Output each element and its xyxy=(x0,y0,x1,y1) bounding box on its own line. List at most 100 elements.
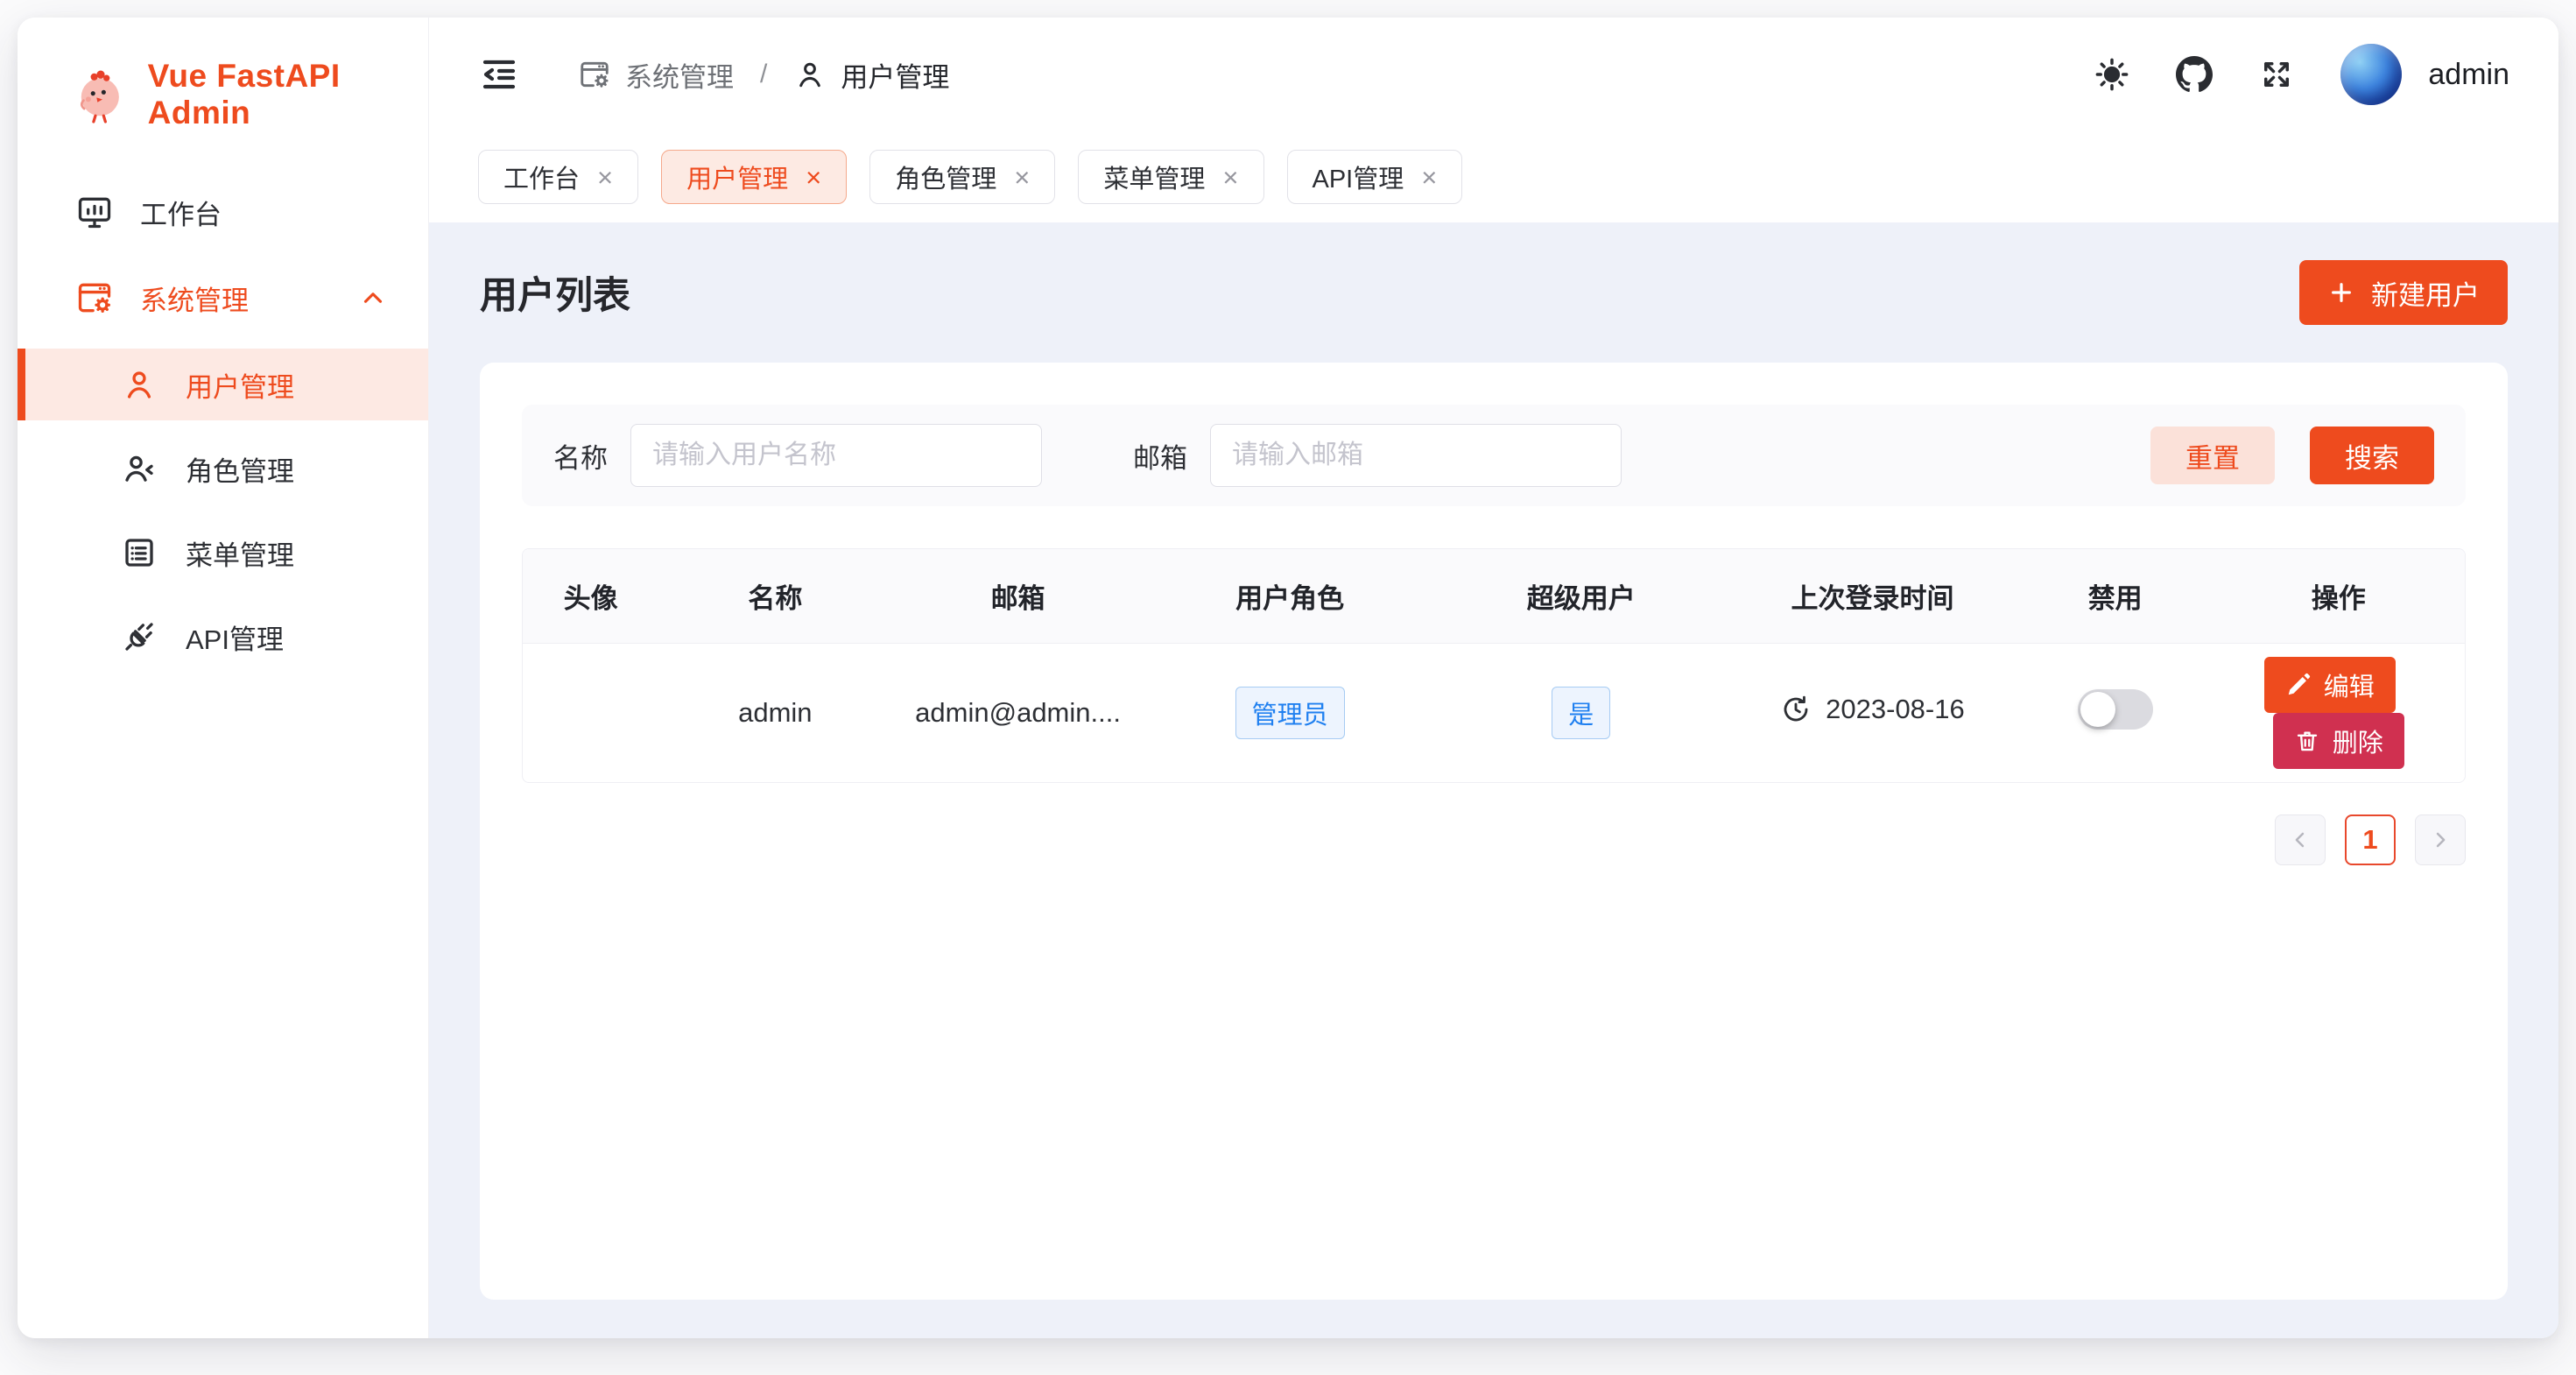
cell-role: 管理员 xyxy=(1144,644,1436,782)
window-gear-icon xyxy=(75,279,114,317)
breadcrumb: 系统管理 / 用户管理 xyxy=(578,55,949,95)
pencil-icon xyxy=(2285,672,2312,698)
theme-toggle-button[interactable] xyxy=(2094,56,2130,93)
sidebar: Vue FastAPI Admin 工作台 系统管理 xyxy=(18,18,429,1338)
sidebar-item-menu-management[interactable]: 菜单管理 xyxy=(18,517,428,589)
tab-user-management[interactable]: 用户管理 × xyxy=(661,150,847,204)
tab-api-management[interactable]: API管理 × xyxy=(1287,150,1463,204)
sidebar-collapse-button[interactable] xyxy=(478,53,520,95)
sidebar-item-role-management[interactable]: 角色管理 xyxy=(18,433,428,504)
topbar-actions: admin xyxy=(2094,44,2509,105)
content: 用户列表 新建用户 名称 邮箱 xyxy=(429,222,2558,1338)
tab-label: API管理 xyxy=(1313,159,1404,195)
name-filter-input[interactable] xyxy=(630,424,1042,487)
email-filter-input[interactable] xyxy=(1210,424,1622,487)
sidebar-item-label: 用户管理 xyxy=(186,365,294,405)
github-icon xyxy=(2176,56,2213,93)
breadcrumb-item-users[interactable]: 用户管理 xyxy=(793,55,949,95)
user-role-icon xyxy=(121,450,158,487)
pagination: 1 xyxy=(522,814,2466,865)
cell-last-login: 2023-08-16 xyxy=(1727,644,2018,782)
sidebar-item-user-management[interactable]: 用户管理 xyxy=(18,349,428,420)
sun-icon xyxy=(2094,56,2130,93)
cell-disabled xyxy=(2018,644,2213,782)
tab-label: 用户管理 xyxy=(686,159,788,195)
trash-icon xyxy=(2294,728,2320,754)
tab-label: 角色管理 xyxy=(895,159,996,195)
chevron-right-icon xyxy=(2428,828,2453,852)
sidebar-item-system[interactable]: 系统管理 xyxy=(18,263,428,333)
cell-avatar xyxy=(523,644,658,782)
app-window: Vue FastAPI Admin 工作台 系统管理 xyxy=(18,18,2558,1338)
col-name: 名称 xyxy=(658,549,891,644)
col-disabled: 禁用 xyxy=(2018,549,2213,644)
menu-list-icon xyxy=(121,534,158,571)
sidebar-item-label: 菜单管理 xyxy=(186,533,294,573)
tab-label: 工作台 xyxy=(503,159,580,195)
plus-icon xyxy=(2327,279,2355,307)
close-icon[interactable]: × xyxy=(1014,164,1030,191)
avatar[interactable] xyxy=(2340,44,2402,105)
role-badge[interactable]: 管理员 xyxy=(1235,687,1345,739)
delete-button[interactable]: 删除 xyxy=(2273,713,2404,769)
breadcrumb-item-system[interactable]: 系统管理 xyxy=(578,55,734,95)
user-icon xyxy=(793,58,827,91)
app-title: Vue FastAPI Admin xyxy=(148,58,428,131)
last-login-value: 2023-08-16 xyxy=(1826,694,1965,725)
username[interactable]: admin xyxy=(2428,58,2509,92)
sidebar-item-label: 角色管理 xyxy=(186,449,294,489)
sidebar-item-workbench[interactable]: 工作台 xyxy=(18,177,428,247)
tab-workbench[interactable]: 工作台 × xyxy=(478,150,638,204)
page-title: 用户列表 xyxy=(480,265,630,320)
table-row: admin admin@admin.... 管理员 是 xyxy=(523,644,2465,782)
col-superuser: 超级用户 xyxy=(1435,549,1727,644)
edit-button[interactable]: 编辑 xyxy=(2264,657,2396,713)
close-icon[interactable]: × xyxy=(1421,164,1437,191)
sidebar-item-label: 系统管理 xyxy=(140,279,249,318)
monitor-icon xyxy=(75,193,114,231)
tab-bar: 工作台 × 用户管理 × 角色管理 × 菜单管理 × API管理 × xyxy=(429,131,2558,222)
col-actions: 操作 xyxy=(2213,549,2465,644)
superuser-badge[interactable]: 是 xyxy=(1552,687,1610,739)
tab-label: 菜单管理 xyxy=(1103,159,1205,195)
next-page-button[interactable] xyxy=(2415,814,2466,865)
cell-name: admin xyxy=(658,644,891,782)
add-user-label: 新建用户 xyxy=(2371,273,2480,313)
plug-icon xyxy=(121,618,158,655)
close-icon[interactable]: × xyxy=(597,164,613,191)
col-role: 用户角色 xyxy=(1144,549,1436,644)
email-filter-label: 邮箱 xyxy=(1133,436,1187,476)
delete-label: 删除 xyxy=(2333,723,2383,759)
page-header: 用户列表 新建用户 xyxy=(480,222,2508,363)
window-gear-icon xyxy=(578,58,611,91)
prev-page-button[interactable] xyxy=(2275,814,2326,865)
breadcrumb-label: 用户管理 xyxy=(841,55,949,95)
tab-role-management[interactable]: 角色管理 × xyxy=(869,150,1055,204)
fullscreen-icon xyxy=(2258,56,2295,93)
col-last-login: 上次登录时间 xyxy=(1727,549,2018,644)
logo[interactable]: Vue FastAPI Admin xyxy=(18,18,428,177)
sidebar-item-api-management[interactable]: API管理 xyxy=(18,601,428,673)
sidebar-item-label: 工作台 xyxy=(140,193,222,232)
cell-email: admin@admin.... xyxy=(891,644,1144,782)
search-button[interactable]: 搜索 xyxy=(2310,427,2434,484)
email-filter-group: 邮箱 xyxy=(1133,424,1622,487)
clock-history-icon xyxy=(1780,694,1812,725)
github-button[interactable] xyxy=(2176,56,2213,93)
col-avatar: 头像 xyxy=(523,549,658,644)
tab-menu-management[interactable]: 菜单管理 × xyxy=(1078,150,1263,204)
user-list-card: 名称 邮箱 重置 搜索 xyxy=(480,363,2508,1300)
users-table: 头像 名称 邮箱 用户角色 超级用户 上次登录时间 禁用 操作 xyxy=(522,548,2466,783)
filter-actions: 重置 搜索 xyxy=(2150,427,2434,484)
chicken-logo-icon xyxy=(72,62,129,127)
close-icon[interactable]: × xyxy=(806,164,821,191)
add-user-button[interactable]: 新建用户 xyxy=(2299,260,2508,325)
user-icon xyxy=(121,366,158,403)
menu-fold-icon xyxy=(478,53,520,95)
disabled-toggle[interactable] xyxy=(2078,689,2153,730)
fullscreen-button[interactable] xyxy=(2258,56,2295,93)
close-icon[interactable]: × xyxy=(1222,164,1238,191)
page-1-button[interactable]: 1 xyxy=(2345,814,2396,865)
topbar: 系统管理 / 用户管理 xyxy=(429,18,2558,131)
reset-button[interactable]: 重置 xyxy=(2150,427,2275,484)
